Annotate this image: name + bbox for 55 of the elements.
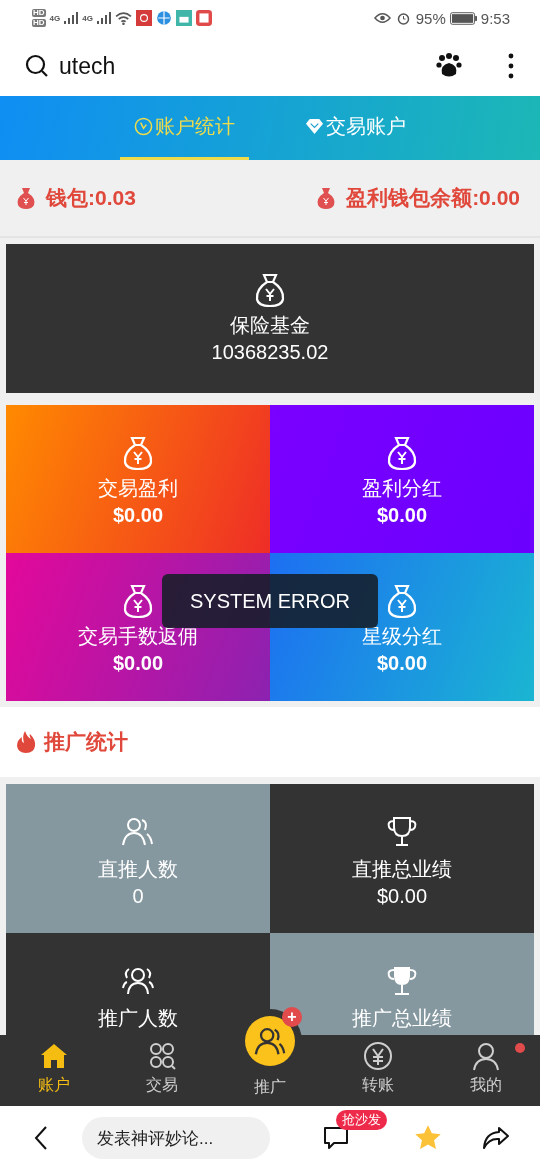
comment-icon[interactable]	[322, 1124, 350, 1152]
section-title: 推广统计	[44, 729, 128, 755]
card-label: 保险基金	[230, 312, 310, 338]
star-icon[interactable]	[414, 1124, 442, 1152]
clock-time: 9:53	[480, 9, 510, 27]
tile-value: $0.00	[112, 503, 164, 528]
tile-label: 直推人数	[98, 857, 178, 882]
comment-field[interactable]: 发表神评妙论...	[82, 1117, 270, 1159]
nav-tab[interactable]: 账户	[0, 1035, 108, 1106]
tile-value: $0.00	[376, 503, 428, 528]
share-icon[interactable]	[482, 1126, 510, 1150]
tile-value: $0.00	[376, 884, 428, 909]
globe-icon	[155, 10, 172, 26]
nav-tab[interactable]: 我的	[432, 1035, 540, 1106]
tile-label: 交易盈利	[98, 476, 178, 501]
flame-icon	[16, 730, 36, 754]
clock-icon	[134, 117, 153, 136]
tile-label: 推广总业绩	[352, 1006, 452, 1031]
network-label: 4G	[82, 14, 93, 23]
more-icon[interactable]	[508, 53, 514, 79]
user-icon	[471, 1041, 501, 1071]
tile-value: $0.00	[112, 651, 164, 676]
card-value: 10368235.02	[211, 339, 329, 365]
nav-tab[interactable]: 推广	[254, 1076, 286, 1096]
circles-icon	[147, 1041, 177, 1071]
eye-icon	[373, 11, 391, 25]
search-query[interactable]: utech	[59, 52, 116, 80]
paw-icon[interactable]	[436, 53, 462, 79]
tile-value: $0.00	[376, 651, 428, 676]
nav-tab[interactable]: 转账	[324, 1035, 432, 1106]
tile-value: 0	[132, 884, 144, 909]
tile-label: 盈利分红	[362, 476, 442, 501]
tile-label: 直推总业绩	[352, 857, 452, 882]
yen-icon	[363, 1041, 393, 1071]
battery-icon	[449, 11, 477, 25]
book-icon	[195, 10, 212, 26]
wallet-balance: 盈利钱包余额:0.00	[346, 185, 520, 211]
wifi-icon	[114, 11, 132, 25]
signal-icon	[96, 12, 111, 24]
comment-badge: 抢沙发	[336, 1110, 387, 1130]
nav-tab[interactable]: 交易	[108, 1035, 216, 1106]
wallet-balance: 钱包:0.03	[46, 185, 136, 211]
search-icon[interactable]	[25, 54, 49, 78]
signal-icon	[64, 12, 79, 24]
network-label: 4G	[49, 14, 61, 23]
home-icon	[39, 1041, 69, 1071]
diamond-icon	[305, 117, 324, 136]
error-toast: SYSTEM ERROR	[162, 574, 378, 628]
sim-label: HD	[32, 9, 46, 17]
app-icon	[135, 10, 152, 26]
sim-label: HD	[32, 19, 46, 27]
app-icon	[175, 10, 192, 26]
battery-percent: 95%	[415, 9, 446, 27]
tile-label: 推广人数	[98, 1006, 178, 1031]
back-icon[interactable]	[34, 1125, 48, 1151]
